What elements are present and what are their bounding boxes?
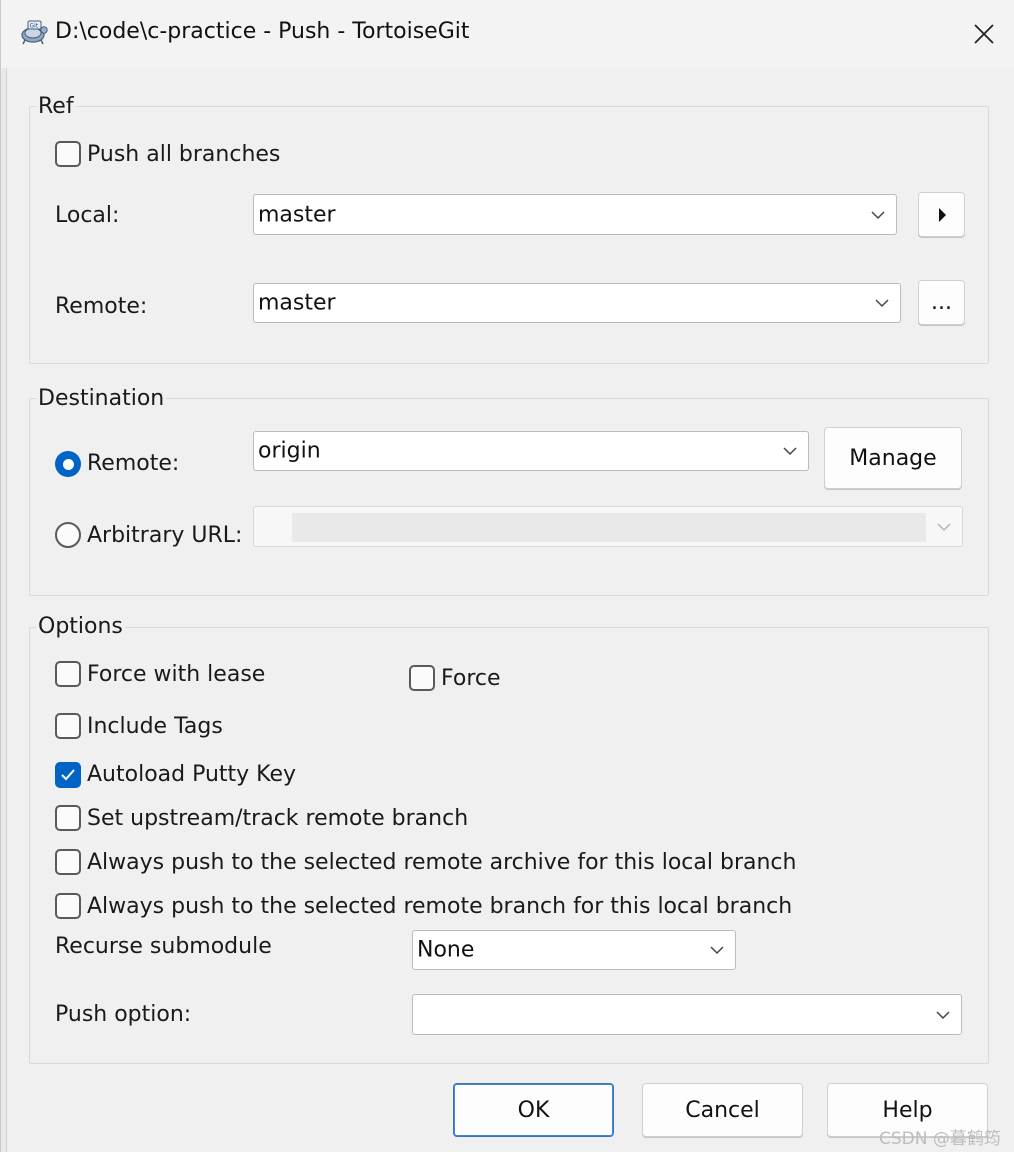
chevron-down-icon: [871, 210, 885, 219]
local-label: Local:: [55, 203, 120, 228]
arbitrary-url-combobox[interactable]: [253, 506, 963, 547]
manage-button[interactable]: Manage: [824, 427, 962, 489]
svg-text:Git: Git: [30, 23, 39, 30]
recurse-submodule-combobox[interactable]: None: [412, 930, 736, 970]
chevron-down-icon: [875, 299, 889, 308]
remote-branch-combobox[interactable]: master: [253, 283, 901, 323]
triangle-right-icon: [938, 207, 946, 222]
push-option-label: Push option:: [55, 1002, 192, 1027]
remote-branch-value: master: [258, 290, 336, 316]
watermark: CSDN @暮鹤筠: [879, 1129, 1001, 1149]
ref-group-label: Ref: [36, 94, 76, 119]
window-title: D:\code\c-practice - Push - TortoiseGit: [55, 19, 470, 44]
arbitrary-url-label[interactable]: Arbitrary URL:: [87, 523, 242, 548]
cancel-button[interactable]: Cancel: [642, 1083, 803, 1137]
local-branch-combobox[interactable]: master: [253, 194, 897, 235]
recurse-submodule-label: Recurse submodule: [55, 934, 272, 959]
autoload-putty-key-checkbox[interactable]: [55, 762, 81, 788]
chevron-down-icon: [783, 447, 797, 456]
tortoisegit-logo-icon: Git: [21, 20, 48, 45]
title-bar[interactable]: Git D:\code\c-practice - Push - Tortoise…: [1, 0, 1014, 68]
always-push-branch-checkbox[interactable]: [55, 893, 81, 919]
chevron-down-icon: [937, 522, 951, 531]
background-window-edge: [1, 0, 7, 1152]
options-group-label: Options: [36, 614, 125, 639]
push-all-branches-label[interactable]: Push all branches: [87, 142, 280, 167]
force-with-lease-label[interactable]: Force with lease: [87, 662, 265, 687]
remote-browse-button[interactable]: ...: [918, 280, 965, 325]
push-dialog: Git D:\code\c-practice - Push - Tortoise…: [0, 0, 1014, 1152]
force-label[interactable]: Force: [441, 666, 501, 691]
force-checkbox[interactable]: [409, 665, 435, 691]
remote-branch-label: Remote:: [55, 294, 148, 319]
close-button[interactable]: [959, 12, 1009, 56]
always-push-archive-checkbox[interactable]: [55, 849, 81, 875]
always-push-archive-label[interactable]: Always push to the selected remote archi…: [87, 850, 796, 875]
local-menu-button[interactable]: [918, 192, 965, 237]
force-with-lease-checkbox[interactable]: [55, 661, 81, 687]
set-upstream-label[interactable]: Set upstream/track remote branch: [87, 806, 468, 831]
always-push-branch-label[interactable]: Always push to the selected remote branc…: [87, 894, 792, 919]
recurse-submodule-value: None: [417, 937, 475, 963]
close-icon: [974, 24, 994, 44]
remote-name-combobox[interactable]: origin: [253, 431, 809, 471]
ok-button[interactable]: OK: [453, 1083, 614, 1137]
chevron-down-icon: [936, 1010, 950, 1019]
arbitrary-url-radio[interactable]: [55, 522, 81, 548]
remote-radio[interactable]: [55, 451, 81, 477]
local-branch-value: master: [258, 202, 336, 227]
chevron-down-icon: [710, 946, 724, 955]
destination-group-label: Destination: [36, 386, 167, 411]
set-upstream-checkbox[interactable]: [55, 805, 81, 831]
include-tags-label[interactable]: Include Tags: [87, 714, 223, 739]
push-all-branches-checkbox[interactable]: [55, 141, 81, 167]
remote-radio-label[interactable]: Remote:: [87, 451, 179, 476]
push-option-combobox[interactable]: [412, 994, 962, 1035]
autoload-putty-key-label[interactable]: Autoload Putty Key: [87, 762, 296, 787]
arbitrary-url-input[interactable]: [292, 513, 926, 542]
checkmark-icon: [61, 769, 75, 781]
remote-name-value: origin: [258, 438, 321, 464]
include-tags-checkbox[interactable]: [55, 713, 81, 739]
